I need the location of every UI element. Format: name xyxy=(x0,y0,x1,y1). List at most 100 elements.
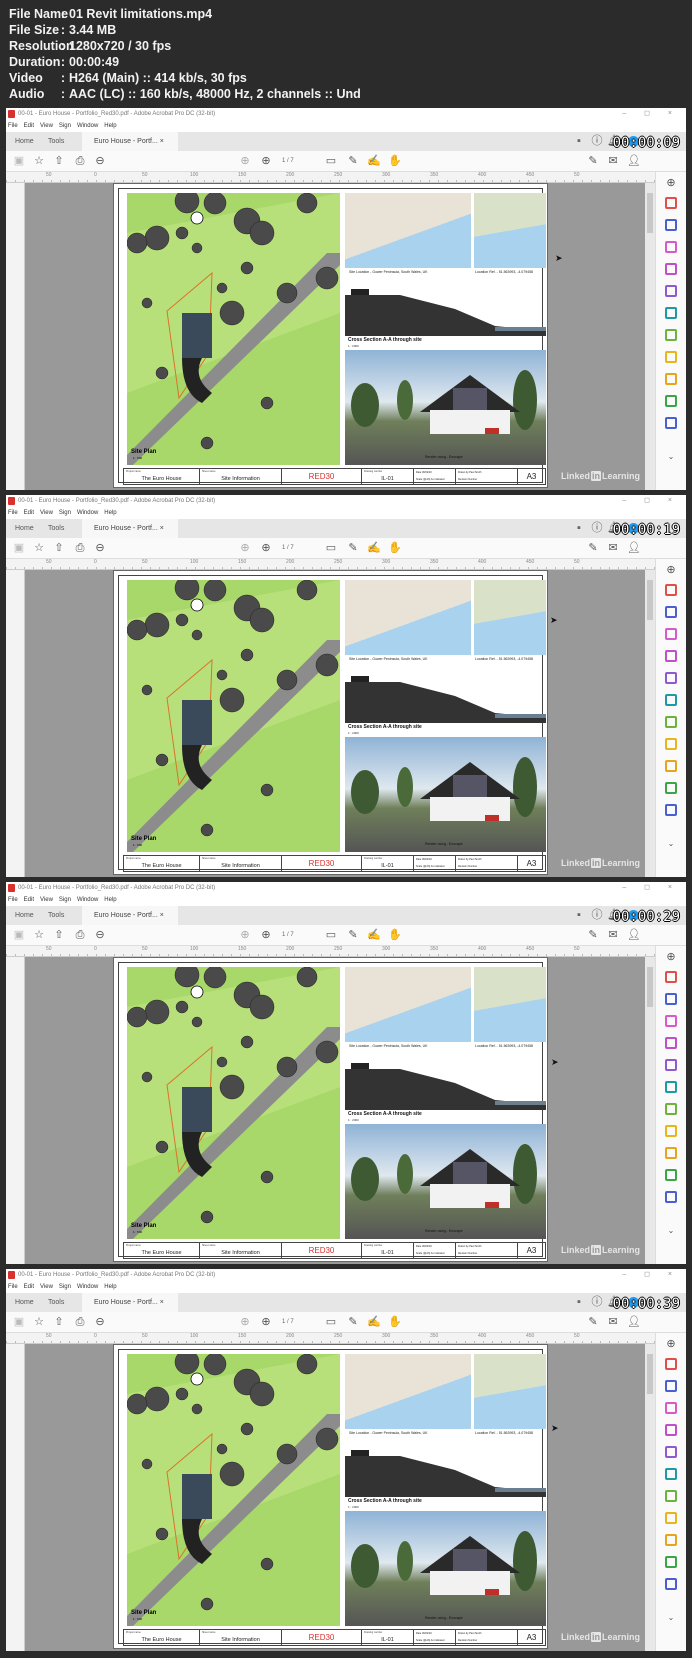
zoom-icon[interactable]: ⊕ xyxy=(664,176,678,190)
print-production-icon[interactable] xyxy=(665,782,677,794)
next-page-icon[interactable]: ⊕ xyxy=(259,151,273,172)
document-canvas[interactable]: Site Plan 1 : 500 Site Location - Gower … xyxy=(25,183,645,490)
fill-sign-icon[interactable]: ✎ xyxy=(586,1312,600,1333)
comment-icon[interactable] xyxy=(665,1534,677,1546)
scrollbar-thumb[interactable] xyxy=(647,1354,653,1394)
export-pdf-icon[interactable] xyxy=(665,993,677,1005)
menu-edit[interactable]: Edit xyxy=(24,1284,34,1290)
menu-sign[interactable]: Sign xyxy=(59,123,71,129)
upload-cloud-icon[interactable]: ⇧ xyxy=(52,151,66,172)
print-icon[interactable]: ⎙ xyxy=(73,538,87,559)
previous-page-icon[interactable]: ⊕ xyxy=(238,151,252,172)
chevron-down-icon[interactable]: ⌄ xyxy=(664,837,678,851)
close-tab-icon[interactable]: × xyxy=(160,138,164,145)
fill-sign-icon[interactable]: ✎ xyxy=(586,151,600,172)
pen-icon[interactable]: ✎ xyxy=(346,1312,360,1333)
zoom-out-icon[interactable]: ⊖ xyxy=(93,538,107,559)
export-pdf-icon[interactable] xyxy=(665,219,677,231)
edit-pdf-icon[interactable] xyxy=(665,263,677,275)
star-icon[interactable]: ☆ xyxy=(32,151,46,172)
zoom-icon[interactable]: ⊕ xyxy=(664,950,678,964)
sign-icon[interactable]: ✍ xyxy=(367,925,381,946)
page-indicator[interactable]: 1 / 7 xyxy=(282,930,294,941)
menu-edit[interactable]: Edit xyxy=(24,123,34,129)
previous-page-icon[interactable]: ⊕ xyxy=(238,1312,252,1333)
create-pdf-icon[interactable] xyxy=(665,197,677,209)
page-indicator[interactable]: 1 / 7 xyxy=(282,1317,294,1328)
star-icon[interactable]: ☆ xyxy=(32,925,46,946)
tab-home[interactable]: Home xyxy=(15,1293,34,1312)
print-icon[interactable]: ⎙ xyxy=(73,1312,87,1333)
menu-edit[interactable]: Edit xyxy=(24,510,34,516)
previous-page-icon[interactable]: ⊕ xyxy=(238,925,252,946)
send-for-review-icon[interactable] xyxy=(665,307,677,319)
save-icon[interactable]: ▣ xyxy=(12,1312,26,1333)
compare-files-icon[interactable] xyxy=(665,716,677,728)
organize-pages-icon[interactable] xyxy=(665,628,677,640)
chat-icon[interactable]: ▪ xyxy=(572,519,586,538)
scrollbar-thumb[interactable] xyxy=(647,580,653,620)
tab-home[interactable]: Home xyxy=(15,519,34,538)
create-pdf-icon[interactable] xyxy=(665,584,677,596)
save-icon[interactable]: ▣ xyxy=(12,151,26,172)
upload-cloud-icon[interactable]: ⇧ xyxy=(52,1312,66,1333)
menu-file[interactable]: File xyxy=(8,897,18,903)
chevron-down-icon[interactable]: ⌄ xyxy=(664,450,678,464)
window-controls[interactable]: – ◻ × xyxy=(622,882,680,894)
menu-sign[interactable]: Sign xyxy=(59,897,71,903)
tab-home[interactable]: Home xyxy=(15,132,34,151)
menu-file[interactable]: File xyxy=(8,510,18,516)
window-controls[interactable]: – ◻ × xyxy=(622,108,680,120)
menu-help[interactable]: Help xyxy=(104,1284,116,1290)
close-tab-icon[interactable]: × xyxy=(160,1299,164,1306)
protect-icon[interactable] xyxy=(665,417,677,429)
fill-sign-icon[interactable]: ✎ xyxy=(586,925,600,946)
page-indicator[interactable]: 1 / 7 xyxy=(282,156,294,167)
comment-icon[interactable] xyxy=(665,1147,677,1159)
pen-icon[interactable]: ✎ xyxy=(346,925,360,946)
send-for-review-icon[interactable] xyxy=(665,1468,677,1480)
add-user-icon[interactable]: 👤︎ xyxy=(627,925,641,946)
save-icon[interactable]: ▣ xyxy=(12,538,26,559)
comment-icon[interactable] xyxy=(665,760,677,772)
organize-pages-icon[interactable] xyxy=(665,241,677,253)
send-for-review-icon[interactable] xyxy=(665,694,677,706)
sign-icon[interactable]: ✍ xyxy=(367,151,381,172)
send-for-review-icon[interactable] xyxy=(665,1081,677,1093)
zoom-out-icon[interactable]: ⊖ xyxy=(93,925,107,946)
print-icon[interactable]: ⎙ xyxy=(73,151,87,172)
fill-sign-icon[interactable] xyxy=(665,285,677,297)
help-icon[interactable]: ⓘ xyxy=(590,906,604,925)
zoom-out-icon[interactable]: ⊖ xyxy=(93,1312,107,1333)
upload-cloud-icon[interactable]: ⇧ xyxy=(52,925,66,946)
compare-files-icon[interactable] xyxy=(665,329,677,341)
upload-cloud-icon[interactable]: ⇧ xyxy=(52,538,66,559)
mail-icon[interactable]: ✉ xyxy=(606,538,620,559)
scan-ocr-icon[interactable] xyxy=(665,1125,677,1137)
chat-icon[interactable]: ▪ xyxy=(572,132,586,151)
help-icon[interactable]: ⓘ xyxy=(590,1293,604,1312)
close-tab-icon[interactable]: × xyxy=(160,912,164,919)
page-indicator[interactable]: 1 / 7 xyxy=(282,543,294,554)
menu-window[interactable]: Window xyxy=(77,1284,98,1290)
pen-icon[interactable]: ✎ xyxy=(346,538,360,559)
menu-sign[interactable]: Sign xyxy=(59,1284,71,1290)
create-pdf-icon[interactable] xyxy=(665,971,677,983)
tab-document[interactable]: Euro House - Portf... × xyxy=(82,132,178,151)
add-user-icon[interactable]: 👤︎ xyxy=(627,538,641,559)
next-page-icon[interactable]: ⊕ xyxy=(259,1312,273,1333)
stamp-icon[interactable]: ✋ xyxy=(388,925,402,946)
sign-icon[interactable]: ✍ xyxy=(367,1312,381,1333)
scrollbar-thumb[interactable] xyxy=(647,967,653,1007)
tab-document[interactable]: Euro House - Portf... × xyxy=(82,906,178,925)
menu-file[interactable]: File xyxy=(8,1284,18,1290)
window-controls[interactable]: – ◻ × xyxy=(622,495,680,507)
help-icon[interactable]: ⓘ xyxy=(590,519,604,538)
fill-sign-icon[interactable] xyxy=(665,672,677,684)
organize-pages-icon[interactable] xyxy=(665,1015,677,1027)
fill-sign-icon[interactable] xyxy=(665,1059,677,1071)
scan-ocr-icon[interactable] xyxy=(665,738,677,750)
print-production-icon[interactable] xyxy=(665,1169,677,1181)
menu-window[interactable]: Window xyxy=(77,897,98,903)
star-icon[interactable]: ☆ xyxy=(32,1312,46,1333)
